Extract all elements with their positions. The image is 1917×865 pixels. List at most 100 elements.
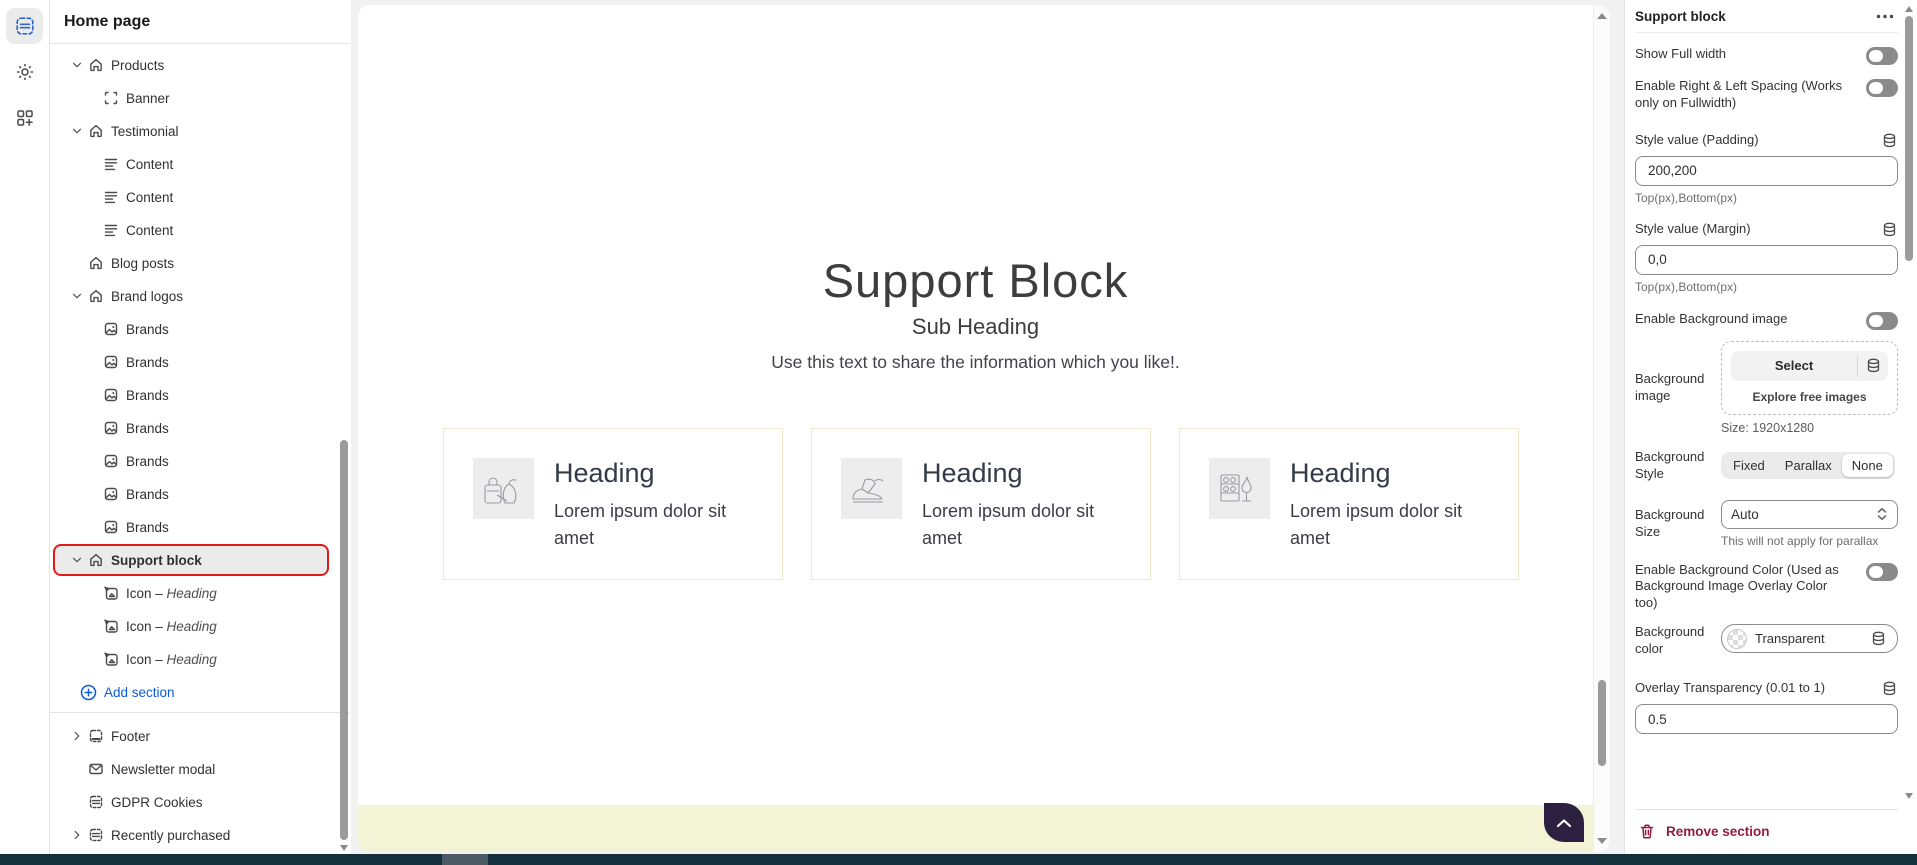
enable-bg-image-toggle[interactable] xyxy=(1866,312,1898,330)
tree-row[interactable]: Brands xyxy=(55,348,327,376)
tree-row-label: Footer xyxy=(111,729,150,744)
chevron-icon[interactable] xyxy=(70,728,88,744)
preview-description: Use this text to share the information w… xyxy=(358,352,1593,373)
panel-scroll-down-arrow[interactable] xyxy=(1905,793,1913,799)
bottom-scrollbar-thumb[interactable] xyxy=(442,854,488,865)
tree-row[interactable]: Brands xyxy=(55,447,327,475)
rail-sections-button[interactable] xyxy=(6,8,43,44)
plus-circle-icon xyxy=(80,684,97,701)
add-section-label: Add section xyxy=(104,685,175,700)
select-image-button[interactable]: Select xyxy=(1731,351,1888,381)
tree-row[interactable]: Icon – Heading xyxy=(55,645,327,673)
margin-input[interactable] xyxy=(1635,245,1898,275)
overlay-input[interactable] xyxy=(1635,704,1898,734)
chevron-icon[interactable] xyxy=(70,57,88,73)
explore-free-images-link[interactable]: Explore free images xyxy=(1731,390,1888,404)
tree-row[interactable]: Brands xyxy=(55,480,327,508)
tree-row[interactable]: Icon – Heading xyxy=(55,612,327,640)
tree-row[interactable]: Blog posts xyxy=(55,249,327,277)
tree-row[interactable]: Testimonial xyxy=(55,117,327,145)
section-type-icon xyxy=(88,827,104,843)
sidebar-scroll-down-arrow[interactable] xyxy=(340,845,348,853)
support-card[interactable]: Heading Lorem ipsum dolor sit amet xyxy=(443,428,783,580)
tree-row[interactable]: Icon – Heading xyxy=(55,579,327,607)
tree-row[interactable]: Brands xyxy=(55,381,327,409)
remove-section-label: Remove section xyxy=(1666,824,1770,839)
tree-row[interactable]: Content xyxy=(55,216,327,244)
chevron-icon[interactable] xyxy=(70,255,88,271)
card-illustration-icon xyxy=(841,458,902,519)
section-type-icon xyxy=(103,321,119,337)
tree-row[interactable]: Brand logos xyxy=(55,282,327,310)
bg-style-option[interactable]: Fixed xyxy=(1723,454,1775,477)
tree-row[interactable]: Content xyxy=(55,183,327,211)
tree-row[interactable]: GDPR Cookies xyxy=(55,788,327,816)
scroll-to-top-button[interactable] xyxy=(1544,803,1584,842)
padding-input[interactable] xyxy=(1635,156,1898,186)
tree-row[interactable]: Support block xyxy=(55,546,327,574)
add-section-button[interactable]: Add section xyxy=(50,678,350,706)
dynamic-source-icon[interactable] xyxy=(1881,132,1898,149)
show-full-width-toggle[interactable] xyxy=(1866,47,1898,65)
bg-color-value: Transparent xyxy=(1755,631,1862,646)
tree-row[interactable]: Newsletter modal xyxy=(55,755,327,783)
preview-canvas[interactable]: Support Block Sub Heading Use this text … xyxy=(358,5,1610,852)
preview-scrollbar[interactable] xyxy=(1593,5,1610,852)
chevron-icon[interactable] xyxy=(70,827,88,843)
tree-row[interactable]: Brands xyxy=(55,315,327,343)
rail-settings-button[interactable] xyxy=(6,54,43,90)
sections-sidebar: Home page Products Banner T xyxy=(50,0,350,854)
dynamic-source-icon[interactable] xyxy=(1881,221,1898,238)
preview-subheading: Sub Heading xyxy=(358,314,1593,340)
tree-row-label: Recently purchased xyxy=(111,828,230,843)
enable-spacing-label: Enable Right & Left Spacing (Works only … xyxy=(1635,78,1853,112)
dynamic-source-icon[interactable] xyxy=(1858,351,1888,381)
section-type-icon xyxy=(103,519,119,535)
more-options-button[interactable] xyxy=(1872,12,1898,21)
chevron-icon[interactable] xyxy=(70,288,88,304)
support-card[interactable]: Heading Lorem ipsum dolor sit amet xyxy=(1179,428,1519,580)
tree-row[interactable]: Brands xyxy=(55,414,327,442)
enable-spacing-toggle[interactable] xyxy=(1866,79,1898,97)
enable-bg-image-label: Enable Background image xyxy=(1635,311,1788,328)
padding-label: Style value (Padding) xyxy=(1635,132,1759,149)
card-illustration-icon xyxy=(473,458,534,519)
background-size-select[interactable]: Auto xyxy=(1721,500,1898,529)
tree-row[interactable]: Recently purchased xyxy=(55,821,327,849)
tree-row-label: Blog posts xyxy=(111,256,174,271)
section-settings-panel: Support block Show Full width Enable Rig… xyxy=(1624,0,1917,854)
bg-style-option[interactable]: Parallax xyxy=(1775,454,1842,477)
tree-row[interactable]: Footer xyxy=(55,722,327,750)
panel-scroll-up-arrow[interactable] xyxy=(1905,6,1913,12)
chevron-icon[interactable] xyxy=(70,552,88,568)
enable-bg-color-toggle[interactable] xyxy=(1866,563,1898,581)
tree-row[interactable]: Content xyxy=(55,150,327,178)
panel-scrollbar-thumb[interactable] xyxy=(1905,16,1913,261)
tree-row-label: GDPR Cookies xyxy=(111,795,203,810)
sidebar-scrollbar-thumb[interactable] xyxy=(340,440,348,840)
background-color-picker[interactable]: Transparent xyxy=(1721,624,1898,653)
tree-row[interactable]: Banner xyxy=(55,84,327,112)
preview-scrollbar-thumb[interactable] xyxy=(1598,680,1606,766)
preview-scroll-down-arrow[interactable] xyxy=(1597,838,1607,844)
tree-row[interactable]: Brands xyxy=(55,513,327,541)
remove-section-button[interactable]: Remove section xyxy=(1635,809,1898,854)
tree-row-label: Brands xyxy=(126,388,169,403)
section-type-icon xyxy=(103,453,119,469)
chevron-icon[interactable] xyxy=(70,794,88,810)
section-type-icon xyxy=(103,585,119,601)
support-card[interactable]: Heading Lorem ipsum dolor sit amet xyxy=(811,428,1151,580)
select-label: Select xyxy=(1731,351,1857,381)
chevron-icon[interactable] xyxy=(70,123,88,139)
card-illustration-icon xyxy=(1209,458,1270,519)
dynamic-source-icon[interactable] xyxy=(1881,680,1898,697)
chevron-icon[interactable] xyxy=(70,761,88,777)
bg-style-option[interactable]: None xyxy=(1842,454,1893,477)
rail-apps-button[interactable] xyxy=(6,100,43,136)
tree-row-label: Icon – xyxy=(126,619,167,634)
dynamic-source-icon[interactable] xyxy=(1870,630,1887,647)
padding-help: Top(px),Bottom(px) xyxy=(1635,191,1898,205)
preview-scroll-up-arrow[interactable] xyxy=(1597,13,1607,19)
tree-row[interactable]: Products xyxy=(55,51,327,79)
tree-row-label: Newsletter modal xyxy=(111,762,215,777)
